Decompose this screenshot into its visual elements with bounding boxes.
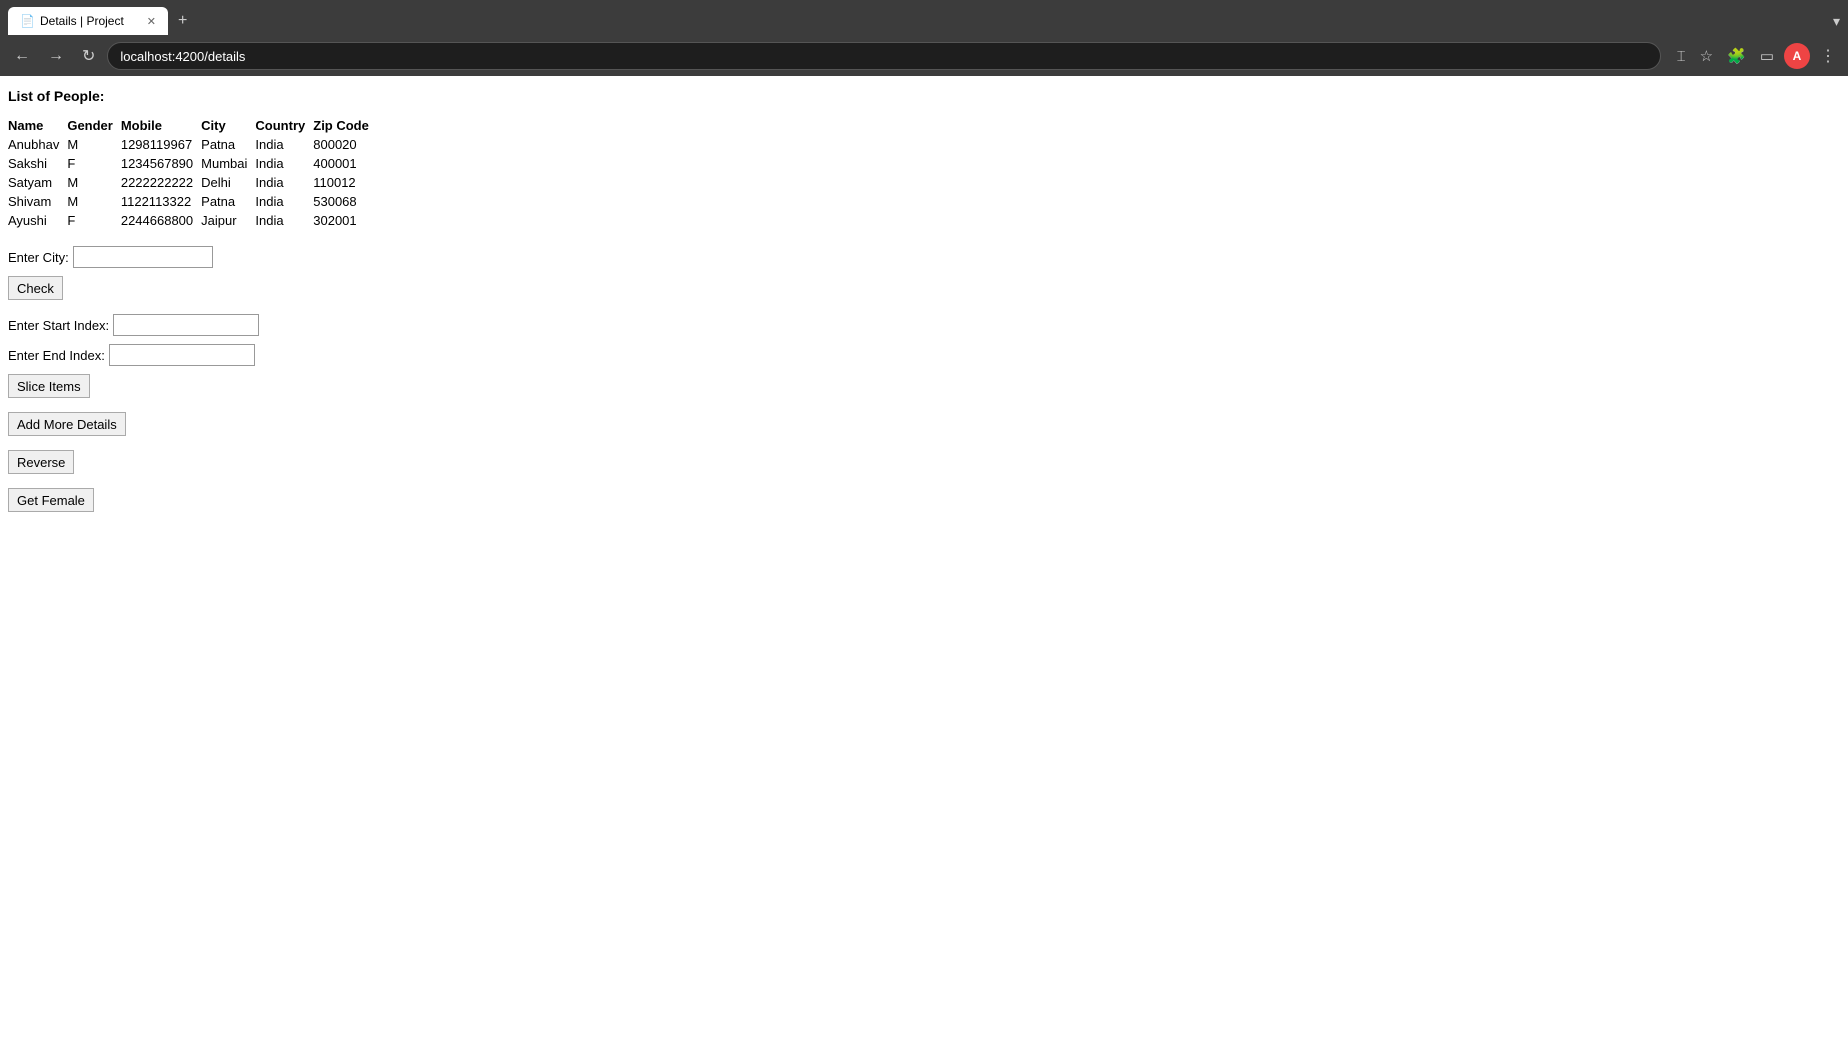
col-header-mobile: Mobile bbox=[121, 116, 201, 135]
end-index-label: Enter End Index: bbox=[8, 348, 105, 363]
sidebar-button[interactable]: ▭ bbox=[1756, 43, 1778, 69]
city-label: Enter City: bbox=[8, 250, 69, 265]
tab-bar: 📄 Details | Project ✕ + ▾ bbox=[0, 0, 1848, 36]
active-tab[interactable]: 📄 Details | Project ✕ bbox=[8, 7, 168, 35]
start-index-row: Enter Start Index: bbox=[8, 314, 1840, 336]
table-row: AnubhavM1298119967PatnaIndia800020 bbox=[8, 135, 377, 154]
city-input[interactable] bbox=[73, 246, 213, 268]
table-cell: Jaipur bbox=[201, 211, 255, 230]
nav-bar: ← → ↻ ⌶ ☆ 🧩 ▭ A ⋮ bbox=[0, 36, 1848, 76]
table-cell: 1234567890 bbox=[121, 154, 201, 173]
table-cell: F bbox=[67, 211, 121, 230]
table-cell: India bbox=[255, 154, 313, 173]
table-cell: 1122113322 bbox=[121, 192, 201, 211]
col-header-zip: Zip Code bbox=[313, 116, 377, 135]
get-female-row: Get Female bbox=[8, 488, 1840, 512]
col-header-city: City bbox=[201, 116, 255, 135]
back-button[interactable]: ← bbox=[8, 43, 36, 69]
table-cell: 302001 bbox=[313, 211, 377, 230]
table-row: AyushiF2244668800JaipurIndia302001 bbox=[8, 211, 377, 230]
table-cell: Shivam bbox=[8, 192, 67, 211]
slice-button-row: Slice Items bbox=[8, 374, 1840, 398]
table-row: ShivamM1122113322PatnaIndia530068 bbox=[8, 192, 377, 211]
table-cell: M bbox=[67, 173, 121, 192]
reload-button[interactable]: ↻ bbox=[76, 42, 101, 70]
city-filter-row: Enter City: bbox=[8, 246, 1840, 268]
table-cell: Sakshi bbox=[8, 154, 67, 173]
extensions-button[interactable]: 🧩 bbox=[1723, 43, 1750, 69]
table-header-row: Name Gender Mobile City Country Zip Code bbox=[8, 116, 377, 135]
table-cell: Delhi bbox=[201, 173, 255, 192]
check-button[interactable]: Check bbox=[8, 276, 63, 300]
col-header-gender: Gender bbox=[67, 116, 121, 135]
people-table: Name Gender Mobile City Country Zip Code… bbox=[8, 116, 377, 230]
table-cell: India bbox=[255, 173, 313, 192]
tab-overflow-button[interactable]: ▾ bbox=[1833, 13, 1840, 30]
get-female-button[interactable]: Get Female bbox=[8, 488, 94, 512]
table-cell: F bbox=[67, 154, 121, 173]
table-cell: Patna bbox=[201, 192, 255, 211]
end-index-input[interactable] bbox=[109, 344, 255, 366]
menu-button[interactable]: ⋮ bbox=[1816, 42, 1840, 70]
table-cell: Anubhav bbox=[8, 135, 67, 154]
table-cell: India bbox=[255, 211, 313, 230]
reverse-button[interactable]: Reverse bbox=[8, 450, 74, 474]
tab-favicon: 📄 bbox=[20, 14, 34, 28]
col-header-name: Name bbox=[8, 116, 67, 135]
table-row: SakshiF1234567890MumbaiIndia400001 bbox=[8, 154, 377, 173]
table-cell: M bbox=[67, 135, 121, 154]
forward-button[interactable]: → bbox=[42, 43, 70, 69]
bookmark-button[interactable]: ☆ bbox=[1696, 43, 1717, 69]
add-more-button[interactable]: Add More Details bbox=[8, 412, 126, 436]
start-index-input[interactable] bbox=[113, 314, 259, 336]
table-cell: 1298119967 bbox=[121, 135, 201, 154]
slice-button[interactable]: Slice Items bbox=[8, 374, 90, 398]
table-cell: India bbox=[255, 192, 313, 211]
table-cell: Patna bbox=[201, 135, 255, 154]
start-index-label: Enter Start Index: bbox=[8, 318, 109, 333]
browser-chrome: 📄 Details | Project ✕ + ▾ ← → ↻ ⌶ ☆ 🧩 ▭ … bbox=[0, 0, 1848, 76]
page-title: List of People: bbox=[8, 88, 1840, 104]
table-cell: M bbox=[67, 192, 121, 211]
table-cell: Satyam bbox=[8, 173, 67, 192]
table-cell: 530068 bbox=[313, 192, 377, 211]
table-cell: Ayushi bbox=[8, 211, 67, 230]
profile-button[interactable]: A bbox=[1784, 43, 1810, 69]
table-cell: 2244668800 bbox=[121, 211, 201, 230]
table-cell: India bbox=[255, 135, 313, 154]
tab-close-button[interactable]: ✕ bbox=[147, 15, 156, 28]
col-header-country: Country bbox=[255, 116, 313, 135]
new-tab-button[interactable]: + bbox=[172, 12, 193, 30]
table-row: SatyamM2222222222DelhiIndia110012 bbox=[8, 173, 377, 192]
table-cell: 2222222222 bbox=[121, 173, 201, 192]
table-cell: 400001 bbox=[313, 154, 377, 173]
add-more-row: Add More Details bbox=[8, 412, 1840, 436]
reverse-row: Reverse bbox=[8, 450, 1840, 474]
table-cell: Mumbai bbox=[201, 154, 255, 173]
share-button[interactable]: ⌶ bbox=[1673, 44, 1690, 69]
address-bar[interactable] bbox=[107, 42, 1660, 70]
check-button-row: Check bbox=[8, 276, 1840, 300]
table-cell: 800020 bbox=[313, 135, 377, 154]
nav-right-controls: ⌶ ☆ 🧩 ▭ A ⋮ bbox=[1673, 42, 1840, 70]
page-content: List of People: Name Gender Mobile City … bbox=[0, 76, 1848, 538]
table-cell: 110012 bbox=[313, 173, 377, 192]
tab-title: Details | Project bbox=[40, 14, 124, 28]
end-index-row: Enter End Index: bbox=[8, 344, 1840, 366]
